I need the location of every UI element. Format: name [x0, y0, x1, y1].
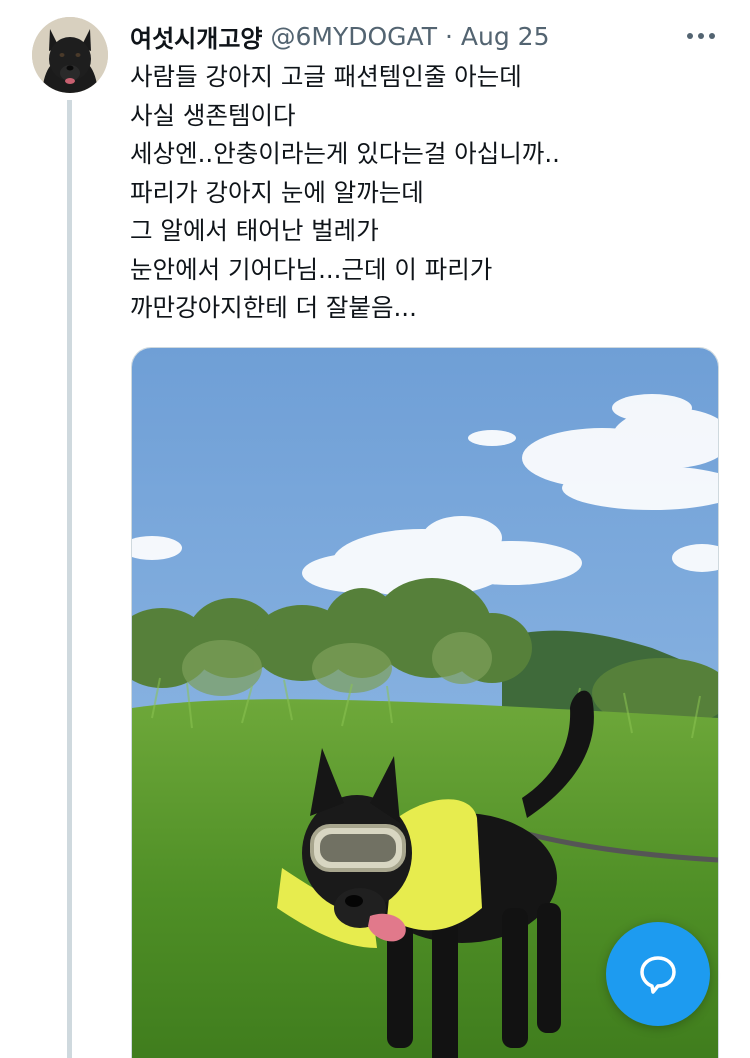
tweet-text-line: 세상엔..안충이라는게 있다는걸 아십니까..: [130, 139, 560, 168]
tweet-text-line: 그 알에서 태어난 벌레가: [130, 216, 379, 245]
tweet-text-line: 파리가 강아지 눈에 알까는데: [130, 177, 424, 207]
tweet-text-line: 사람들 강아지 고글 패션템인줄 아는데: [130, 62, 522, 91]
more-horizontal-icon[interactable]: [684, 24, 718, 48]
tweet: 여섯시개고양 @6MYDOGAT · Aug 25 사람들 강아지 고글 패션템…: [0, 0, 750, 1058]
avatar[interactable]: [32, 17, 108, 93]
tweet-text: 사람들 강아지 고글 패션템인줄 아는데 사실 생존템이다 세상엔..안충이라는…: [130, 58, 720, 328]
speech-bubble-icon[interactable]: [606, 922, 710, 1026]
tweet-header: 여섯시개고양 @6MYDOGAT · Aug 25: [130, 18, 550, 54]
tweet-date[interactable]: Aug 25: [461, 22, 550, 51]
thread-line: [67, 100, 72, 1058]
tweet-text-line: 까만강아지한테 더 잘붙음...: [130, 293, 417, 322]
tweet-text-line: 사실 생존템이다: [130, 100, 296, 130]
display-name[interactable]: 여섯시개고양: [130, 19, 262, 54]
tweet-text-line: 눈안에서 기어다님...근데 이 파리가: [130, 254, 493, 284]
separator-dot: ·: [444, 21, 453, 51]
user-handle[interactable]: @6MYDOGAT: [270, 22, 436, 51]
